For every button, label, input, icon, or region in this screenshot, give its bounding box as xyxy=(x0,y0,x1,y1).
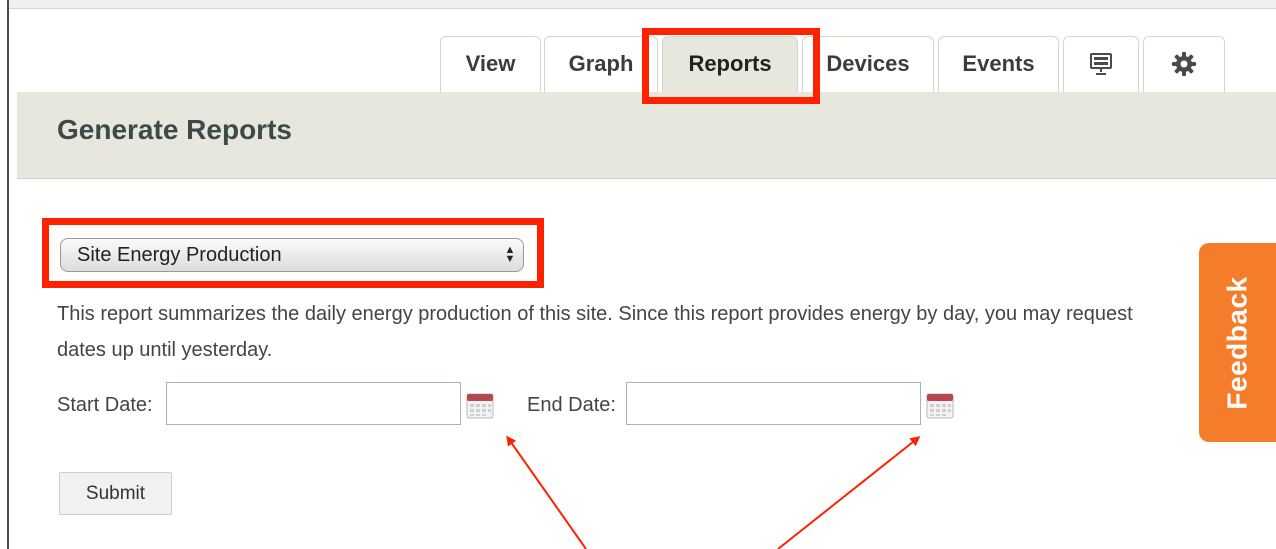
submit-button[interactable]: Submit xyxy=(59,472,172,515)
tab-graph-label: Graph xyxy=(568,50,634,76)
tab-events[interactable]: Events xyxy=(938,36,1059,92)
tab-reports[interactable]: Reports xyxy=(662,36,798,92)
tab-display[interactable] xyxy=(1063,36,1139,92)
tab-graph[interactable]: Graph xyxy=(544,36,658,92)
report-type-select[interactable]: Site Energy Production ▲ ▼ xyxy=(60,238,524,272)
tab-devices-label: Devices xyxy=(826,50,910,76)
tab-reports-label: Reports xyxy=(688,50,772,76)
display-board-icon xyxy=(1090,52,1112,75)
select-arrows-icon: ▲ ▼ xyxy=(504,244,516,265)
page-title: Generate Reports xyxy=(57,114,292,145)
end-date-label: End Date: xyxy=(527,394,616,416)
arrow-to-end-calendar xyxy=(777,436,921,549)
window-top-edge xyxy=(7,0,1276,9)
report-description: This report summarizes the daily energy … xyxy=(57,303,1133,361)
tab-events-label: Events xyxy=(962,50,1035,76)
gear-icon xyxy=(1172,51,1196,76)
end-date-input[interactable] xyxy=(626,382,921,425)
arrow-to-start-calendar xyxy=(506,435,587,549)
tab-view[interactable]: View xyxy=(440,36,541,92)
feedback-label: Feedback xyxy=(1221,275,1253,410)
tab-view-label: View xyxy=(465,50,516,76)
start-date-label: Start Date: xyxy=(57,394,153,416)
feedback-tab[interactable]: Feedback xyxy=(1199,243,1276,442)
tab-settings[interactable] xyxy=(1143,36,1225,92)
tab-devices[interactable]: Devices xyxy=(802,36,934,92)
window-left-edge xyxy=(7,0,9,549)
report-type-selected: Site Energy Production xyxy=(77,243,282,266)
calendar-icon[interactable] xyxy=(926,392,954,419)
start-date-input[interactable] xyxy=(166,382,461,425)
report-header: Generate Reports xyxy=(17,92,1276,179)
calendar-icon[interactable] xyxy=(466,392,494,419)
